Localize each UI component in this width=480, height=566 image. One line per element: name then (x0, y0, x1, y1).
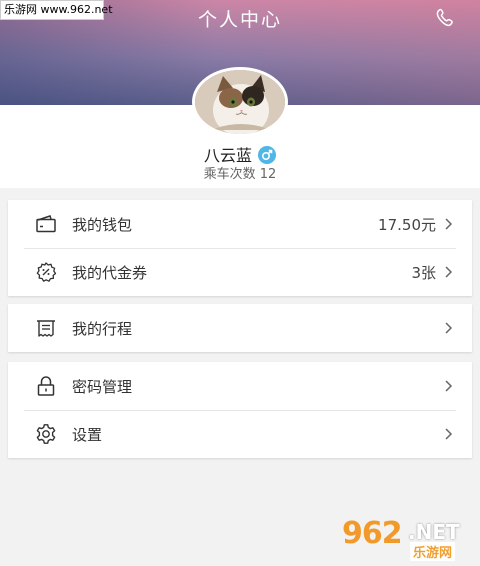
chevron-right-icon (445, 322, 453, 334)
voucher-label: 我的代金券 (72, 263, 148, 282)
chevron-right-icon (445, 266, 453, 278)
cat-photo (195, 70, 285, 134)
chevron-right-icon (445, 218, 453, 230)
watermark-net: .NET (408, 520, 460, 544)
voucher-icon (36, 262, 57, 282)
wallet-icon (36, 215, 56, 233)
voucher-count: 3张 (411, 263, 436, 282)
watermark-bottom: 962 .NET 乐游网 (342, 516, 474, 562)
gear-icon (36, 424, 56, 444)
settings-label: 设置 (72, 425, 103, 444)
chevron-right-icon (445, 380, 453, 392)
menu-item-trips[interactable]: 我的行程 (8, 304, 472, 352)
menu-item-password[interactable]: 密码管理 (8, 362, 472, 410)
chevron-right-icon (445, 428, 453, 440)
male-icon (258, 146, 276, 164)
receipt-icon (37, 320, 55, 337)
watermark-top: 乐游网 www.962.net (0, 0, 113, 20)
menu-item-voucher[interactable]: 我的代金券 3张 (8, 248, 472, 296)
account-card: 密码管理 设置 (8, 362, 472, 458)
trips-card: 我的行程 (8, 304, 472, 352)
wallet-card: 我的钱包 17.50元 我的代金券 3张 (8, 200, 472, 296)
trips-label: 我的行程 (72, 319, 133, 338)
menu-item-wallet[interactable]: 我的钱包 17.50元 (8, 200, 472, 248)
wallet-balance: 17.50元 (378, 215, 436, 234)
watermark-site: 乐游网 (410, 542, 456, 561)
ride-count: 乘车次数 12 (203, 167, 277, 182)
password-label: 密码管理 (72, 377, 133, 396)
phone-icon[interactable] (434, 6, 458, 30)
wallet-label: 我的钱包 (72, 215, 133, 234)
menu-item-settings[interactable]: 设置 (8, 410, 472, 458)
lock-icon (37, 376, 55, 396)
watermark-number: 962 (342, 516, 403, 551)
avatar[interactable] (192, 67, 288, 137)
